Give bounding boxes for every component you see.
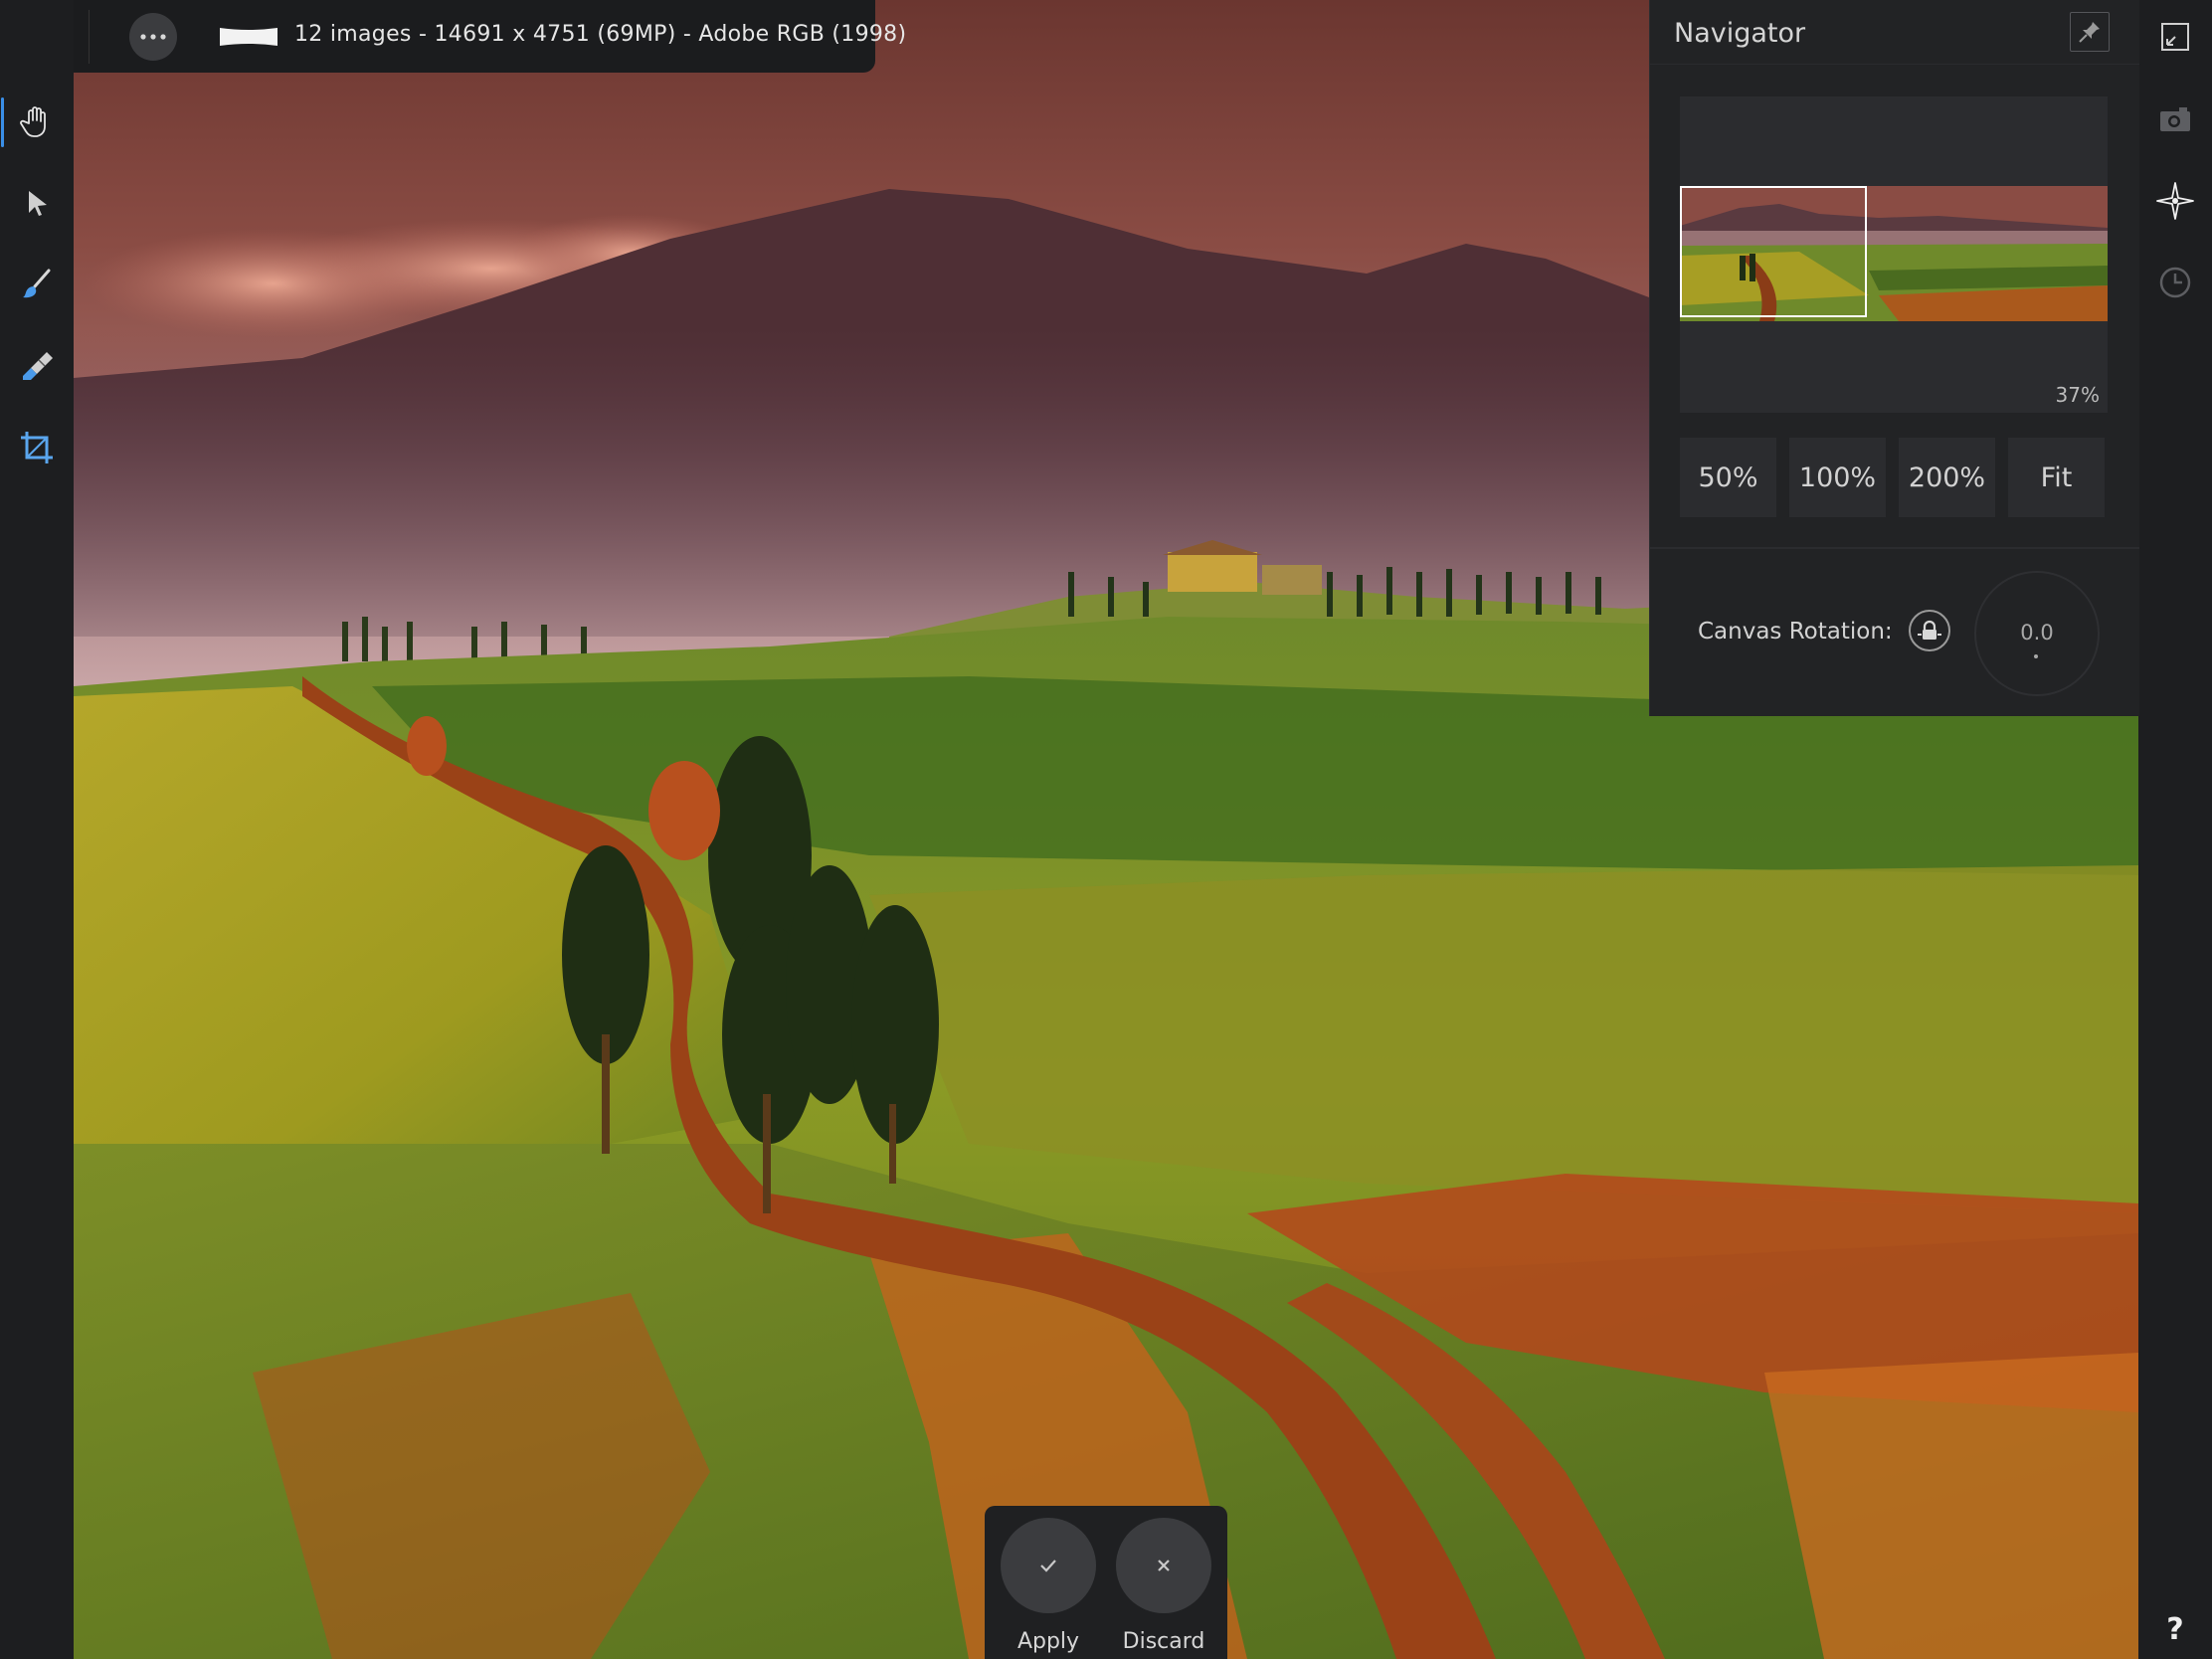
brush-icon: [23, 269, 51, 298]
arrow-pointer-icon: [29, 191, 47, 216]
rotation-value: 0.0: [2020, 621, 2054, 645]
navigator-preview[interactable]: 37%: [1680, 96, 2108, 413]
navigator-viewport-rectangle[interactable]: [1680, 186, 1867, 317]
panorama-thumbnail-icon: [220, 28, 277, 46]
clock-icon: [2159, 267, 2191, 298]
left-toolbar: [0, 0, 74, 1659]
source-brush-tool-button[interactable]: [13, 261, 61, 308]
crop-icon: [21, 432, 53, 463]
navigator-panel-button[interactable]: [2151, 177, 2199, 225]
document-header: 12 images - 14691 x 4751 (69MP) - Adobe …: [0, 0, 906, 73]
camera-icon: [2160, 107, 2190, 131]
close-icon: [1158, 1560, 1170, 1571]
fullscreen-icon: [2161, 23, 2189, 51]
zoom-200-button[interactable]: 200%: [1899, 438, 1995, 517]
zoom-fit-button[interactable]: Fit: [2008, 438, 2105, 517]
apply-discard-bar: Apply Discard: [985, 1506, 1227, 1659]
fullscreen-button[interactable]: [2151, 13, 2199, 61]
discard-label: Discard: [1122, 1629, 1205, 1654]
zoom-readout: 37%: [2055, 383, 2100, 407]
rotation-dial[interactable]: 0.0: [1974, 571, 2100, 696]
pin-icon: [2079, 22, 2100, 43]
apply-button[interactable]: [1001, 1518, 1096, 1613]
eraser-brush-icon: [23, 352, 53, 380]
pin-panel-button[interactable]: [2070, 12, 2110, 52]
compass-star-icon: [2156, 182, 2194, 220]
help-button[interactable]: ?: [2138, 1612, 2212, 1647]
eraser-tool-button[interactable]: [13, 342, 61, 390]
canvas-rotation-label: Canvas Rotation:: [1698, 619, 1893, 645]
hand-icon: [20, 106, 46, 137]
zoom-50-button[interactable]: 50%: [1680, 438, 1776, 517]
view-tool-button[interactable]: [13, 97, 61, 145]
rotation-dial-marker: [2034, 654, 2038, 658]
ellipsis-icon: [140, 34, 166, 40]
lock-icon: [1918, 620, 1941, 640]
navigator-panel: Navigator 37% 50% 100% 200% Fit Canvas R…: [1649, 0, 2139, 716]
panel-divider: [1650, 64, 2139, 65]
panel-divider: [1650, 547, 2139, 549]
snapshot-button[interactable]: [2151, 95, 2199, 143]
crop-tool-button[interactable]: [13, 424, 61, 471]
right-toolbar: ?: [2138, 0, 2212, 1659]
discard-button[interactable]: [1116, 1518, 1211, 1613]
more-options-button[interactable]: [129, 13, 177, 61]
history-button[interactable]: [2151, 259, 2199, 306]
zoom-100-button[interactable]: 100%: [1789, 438, 1886, 517]
document-info: 12 images - 14691 x 4751 (69MP) - Adobe …: [294, 22, 907, 47]
move-tool-button[interactable]: [13, 179, 61, 227]
apply-label: Apply: [1016, 1629, 1080, 1654]
checkmark-icon: [1040, 1560, 1056, 1572]
panel-title: Navigator: [1674, 18, 1806, 49]
active-tool-indicator: [1, 97, 4, 147]
rotation-lock-button[interactable]: [1909, 610, 1950, 651]
header-divider: [89, 10, 90, 64]
